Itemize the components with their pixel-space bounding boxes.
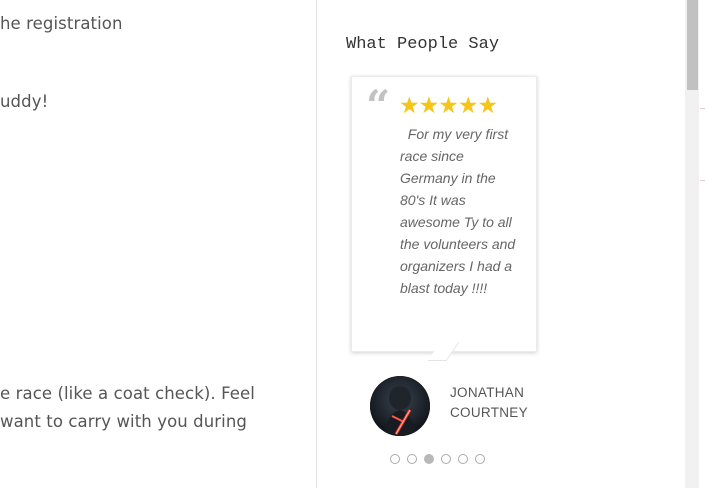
edge-mark [700,108,705,109]
carousel-dot-2[interactable] [407,454,417,464]
avatar [370,376,430,436]
carousel-dot-3[interactable] [424,454,434,464]
avatar-image [370,376,430,436]
star-rating: ★★★★★ [399,92,498,118]
main-content: he registration uddy! e race (like a coa… [0,0,316,488]
quote-icon: “ [366,81,391,130]
carousel-dots [390,454,485,464]
body-text-line: he registration [0,14,123,33]
testimonial-author: JONATHAN COURTNEY [450,385,528,420]
testimonial-text: For my very first race since Germany in … [400,126,516,296]
body-text-line: uddy! [0,92,49,111]
carousel-dot-6[interactable] [475,454,485,464]
edge-mark [700,180,705,181]
speech-tail [427,342,460,361]
body-text-line: e race (like a coat check). Feel [0,384,255,403]
window-edge [699,0,705,488]
carousel-dot-4[interactable] [441,454,451,464]
scrollbar-thumb[interactable] [687,0,698,90]
widget-title: What People Say [346,35,500,54]
testimonial-card: “ ★★★★★ For my very first race since Ger… [351,76,537,361]
carousel-dot-1[interactable] [390,454,400,464]
sidebar: What People Say “ ★★★★★ For my very firs… [317,0,685,488]
carousel-dot-5[interactable] [458,454,468,464]
body-text-line: want to carry with you during [0,412,247,431]
